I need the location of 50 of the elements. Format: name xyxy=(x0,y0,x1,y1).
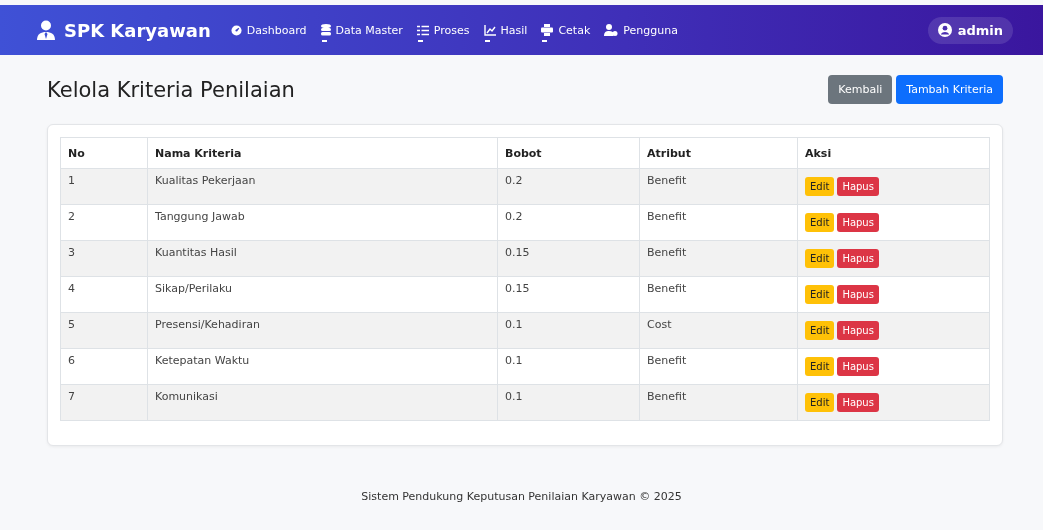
table-cell: 0.2 xyxy=(497,168,640,205)
table-cell: Presensi/Kehadiran xyxy=(147,312,498,349)
nav-link[interactable]: Pengguna xyxy=(604,23,678,43)
table-cell: Kuantitas Hasil xyxy=(147,240,498,277)
user-tie-icon xyxy=(36,20,56,40)
delete-button[interactable]: Hapus xyxy=(837,285,879,304)
add-button[interactable]: Tambah Kriteria xyxy=(896,75,1003,104)
nav-link[interactable]: Cetak xyxy=(541,23,591,43)
table-cell: 1 xyxy=(60,168,148,205)
edit-button[interactable]: Edit xyxy=(805,321,835,340)
edit-button[interactable]: Edit xyxy=(805,177,835,196)
line-chart-icon xyxy=(483,24,496,36)
delete-button[interactable]: Hapus xyxy=(837,177,879,196)
nav-link[interactable]: Dashboard xyxy=(230,23,307,43)
table-cell: Kualitas Pekerjaan xyxy=(147,168,498,205)
table-cell: Benefit xyxy=(639,240,798,277)
delete-button[interactable]: Hapus xyxy=(837,249,879,268)
dashboard-icon xyxy=(230,24,242,36)
delete-button[interactable]: Hapus xyxy=(837,213,879,232)
list-icon xyxy=(416,24,429,36)
printer-icon xyxy=(541,24,554,36)
table-cell: Komunikasi xyxy=(147,384,498,421)
nav-link[interactable]: Data Master xyxy=(320,23,403,43)
table-cell: 7 xyxy=(60,384,148,421)
nav-link[interactable]: Proses xyxy=(416,23,470,43)
table-cell: Cost xyxy=(639,312,798,349)
edit-button[interactable]: Edit xyxy=(805,213,835,232)
table-cell: 5 xyxy=(60,312,148,349)
back-button[interactable]: Kembali xyxy=(828,75,893,104)
edit-button[interactable]: Edit xyxy=(805,357,835,376)
database-icon xyxy=(320,24,331,36)
user-gear-icon xyxy=(604,24,619,36)
delete-button[interactable]: Hapus xyxy=(837,357,879,376)
user-avatar-icon xyxy=(937,23,952,37)
table-cell: 3 xyxy=(60,240,148,277)
nav-link[interactable]: Hasil xyxy=(483,23,528,43)
table-cell: Benefit xyxy=(639,168,798,205)
delete-button[interactable]: Hapus xyxy=(837,393,879,412)
table-cell: Benefit xyxy=(639,384,798,421)
edit-button[interactable]: Edit xyxy=(805,249,835,268)
edit-button[interactable]: Edit xyxy=(805,393,835,412)
brand-name[interactable]: SPK Karyawan xyxy=(64,19,211,41)
table-cell: 0.1 xyxy=(497,384,640,421)
user-menu[interactable]: admin xyxy=(927,16,1013,44)
edit-button[interactable]: Edit xyxy=(805,285,835,304)
page-title: Kelola Kriteria Penilaian xyxy=(47,77,295,102)
table-cell: 0.1 xyxy=(497,312,640,349)
footer-text: Sistem Pendukung Keputusan Penilaian Karyawan © 2025 xyxy=(361,490,682,503)
table-cell: 0.15 xyxy=(497,240,640,277)
delete-button[interactable]: Hapus xyxy=(837,321,879,340)
